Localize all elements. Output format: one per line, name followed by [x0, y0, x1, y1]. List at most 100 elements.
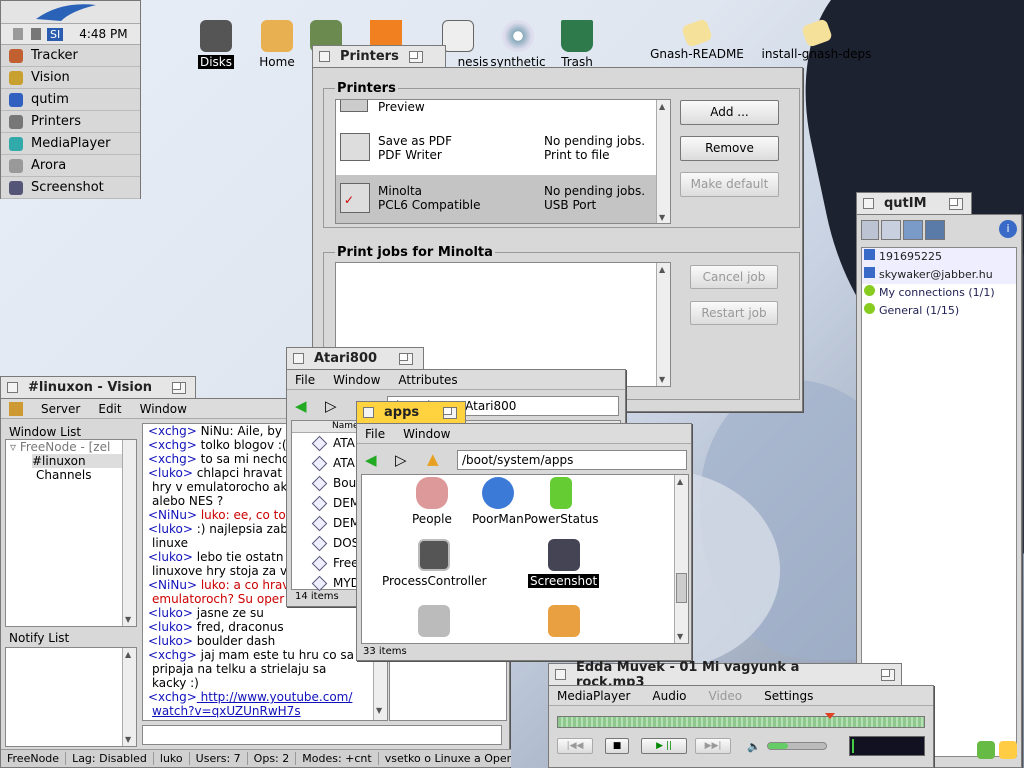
status-icon[interactable]	[999, 741, 1017, 759]
close-icon[interactable]	[555, 669, 566, 680]
skip-forward-button[interactable]: ▶▶|	[695, 738, 731, 754]
menu-server[interactable]: Server	[41, 402, 80, 416]
restart-job-button[interactable]: Restart job	[690, 301, 778, 325]
menu-video[interactable]: Video	[709, 689, 743, 703]
remove-printer-button[interactable]: Remove	[680, 136, 779, 161]
group-item[interactable]: My connections (1/1)	[862, 284, 1016, 302]
qutim-title-tab[interactable]: qutIM	[856, 192, 972, 214]
play-pause-button[interactable]: ▶ ||	[641, 738, 687, 754]
printer-item-minolta[interactable]: ✓ Minolta PCL6 Compatible No pending job…	[336, 175, 656, 223]
replicant2-icon[interactable]	[31, 28, 41, 40]
vision-title-tab[interactable]: #linuxon - Vision	[0, 376, 196, 398]
clock[interactable]: 4:48 PM	[79, 27, 127, 41]
skip-back-button[interactable]: |◀◀	[557, 738, 593, 754]
stop-button[interactable]: ■	[605, 738, 629, 754]
apps-scroll-thumb[interactable]	[676, 573, 687, 603]
close-icon[interactable]	[7, 382, 18, 393]
zoom-icon[interactable]	[443, 406, 458, 419]
zoom-icon[interactable]	[399, 352, 414, 365]
notify-list-scrollbar[interactable]: ▲ ▼	[122, 648, 136, 746]
desktop-icon-install-gnash-deps[interactable]: install-gnash-deps	[754, 18, 879, 61]
menu-settings[interactable]: Settings	[764, 689, 813, 703]
zoom-icon[interactable]	[408, 50, 423, 63]
app-icon-projector[interactable]	[418, 605, 450, 640]
menu-audio[interactable]: Audio	[652, 689, 686, 703]
zoom-icon[interactable]	[881, 668, 895, 681]
tree-channel[interactable]: #linuxon	[32, 454, 136, 468]
close-icon[interactable]	[319, 51, 330, 62]
printer-item-save-as-pdf[interactable]: Save as PDF PDF Writer No pending jobs. …	[336, 125, 656, 171]
menu-mediaplayer[interactable]: MediaPlayer	[557, 689, 630, 703]
tree-server[interactable]: ▿ FreeNode - [zel	[6, 440, 136, 454]
zoom-icon[interactable]	[172, 381, 187, 394]
close-icon[interactable]	[293, 353, 304, 364]
desktop-icon-gnash-readme[interactable]: Gnash-README	[647, 18, 747, 61]
parent-folder-icon[interactable]: ▲	[427, 450, 439, 468]
menu-attributes[interactable]: Attributes	[398, 373, 457, 387]
folder-icon[interactable]	[903, 220, 923, 240]
app-icon-sound-recorder[interactable]	[548, 605, 580, 640]
group-item[interactable]: General (1/15)	[862, 302, 1016, 320]
forward-icon[interactable]: ▷	[325, 397, 337, 415]
printer-item-preview[interactable]: Preview	[336, 100, 656, 116]
back-icon[interactable]: ◀	[295, 397, 307, 415]
apps-icon-view[interactable]: People PoorMan PowerStatus ProcessContro…	[361, 474, 689, 644]
app-icon-poorman[interactable]: PoorMan	[472, 477, 524, 526]
app-icon-people[interactable]: People	[412, 477, 452, 526]
replicant-icon[interactable]	[13, 28, 23, 40]
deskbar-item-arora[interactable]: Arora	[1, 155, 140, 177]
deskbar-item-qutim[interactable]: qutim	[1, 89, 140, 111]
back-icon[interactable]: ◀	[365, 451, 377, 469]
chat-text[interactable]: watch?v=qxUZUnRwH7s	[152, 704, 301, 718]
desktop-icon-trash[interactable]: Trash	[537, 20, 617, 69]
app-icon-screenshot[interactable]: Screenshot	[528, 539, 600, 588]
app-icon-processcontroller[interactable]: ProcessController	[382, 539, 487, 588]
app-icon-powerstatus[interactable]: PowerStatus	[524, 477, 599, 526]
apps-title-tab[interactable]: apps	[356, 401, 466, 423]
apps-path[interactable]: /boot/system/apps	[457, 450, 687, 470]
print-jobs-scrollbar[interactable]: ▲ ▼	[656, 263, 670, 386]
add-printer-button[interactable]: Add ...	[680, 100, 779, 125]
menu-edit[interactable]: Edit	[98, 402, 121, 416]
deskbar-item-vision[interactable]: Vision	[1, 67, 140, 89]
mediaplayer-title-tab[interactable]: Edda Muvek - 01 Mi vagyunk a rock.mp3	[548, 660, 902, 690]
chat-text[interactable]: http://www.youtube.com/	[197, 690, 353, 704]
deskbar-item-tracker[interactable]: Tracker	[1, 45, 140, 67]
menu-file[interactable]: File	[365, 427, 385, 441]
contact-item[interactable]: skywaker@jabber.hu	[862, 266, 1016, 284]
window-list-scrollbar[interactable]: ▼	[122, 440, 136, 626]
menu-file[interactable]: File	[295, 373, 315, 387]
forward-icon[interactable]: ▷	[395, 451, 407, 469]
info-icon[interactable]: i	[999, 220, 1017, 238]
deskbar-item-mediaplayer[interactable]: MediaPlayer	[1, 133, 140, 155]
haiku-logo[interactable]	[1, 1, 140, 23]
close-icon[interactable]	[863, 198, 874, 209]
printers-title-tab[interactable]: Printers	[312, 45, 446, 67]
settings-icon[interactable]	[977, 741, 995, 759]
close-icon[interactable]	[363, 407, 374, 418]
menu-window[interactable]: Window	[140, 402, 187, 416]
atari-title-tab[interactable]: Atari800	[286, 347, 424, 369]
deskbar-item-printers[interactable]: Printers	[1, 111, 140, 133]
input-indicator[interactable]: SI	[47, 27, 64, 41]
make-default-button[interactable]: Make default	[680, 172, 779, 197]
sound-icon[interactable]	[925, 220, 945, 240]
cancel-job-button[interactable]: Cancel job	[690, 265, 778, 289]
message-input[interactable]	[142, 725, 502, 745]
tree-channels[interactable]: Channels	[36, 468, 136, 482]
notify-list[interactable]: ▲ ▼	[5, 647, 137, 747]
user-icon[interactable]	[881, 220, 901, 240]
seek-slider[interactable]	[557, 713, 925, 728]
printer-list-scrollbar[interactable]: ▲ ▼	[656, 100, 670, 223]
window-list[interactable]: ▿ FreeNode - [zel #linuxon Channels ▼	[5, 439, 137, 627]
seek-marker[interactable]	[825, 713, 836, 719]
menu-window[interactable]: Window	[403, 427, 450, 441]
printer-list[interactable]: Preview Save as PDF PDF Writer No pendin…	[335, 99, 671, 224]
menu-window[interactable]: Window	[333, 373, 380, 387]
deskbar-item-screenshot[interactable]: Screenshot	[1, 177, 140, 199]
apps-scrollbar[interactable]: ▲ ▼	[674, 475, 688, 643]
contact-item[interactable]: 191695225	[862, 248, 1016, 266]
volume-slider[interactable]	[767, 742, 827, 750]
zoom-icon[interactable]	[948, 197, 963, 210]
menu-icon[interactable]	[861, 220, 879, 240]
